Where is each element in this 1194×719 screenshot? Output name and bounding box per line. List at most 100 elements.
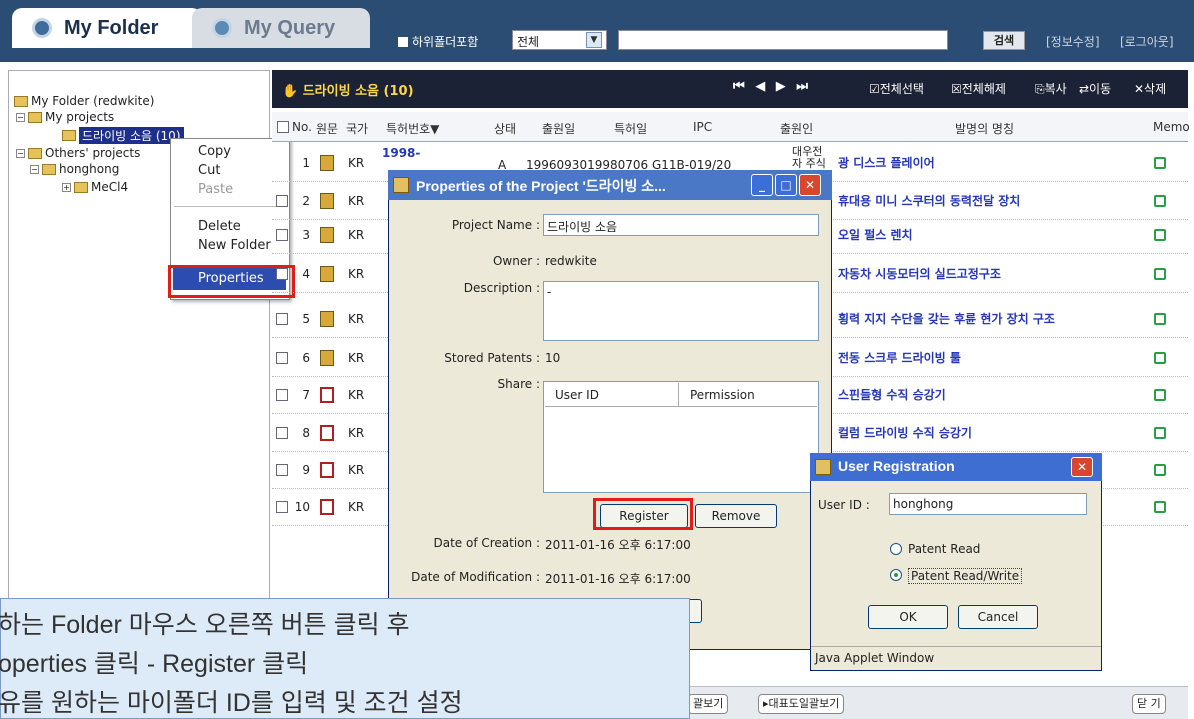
tree-mecl4[interactable]: + MeCl4: [62, 180, 128, 194]
register-highlight-box: [593, 498, 693, 530]
expand-icon[interactable]: +: [62, 182, 71, 192]
row-checkbox[interactable]: [276, 313, 288, 325]
row-checkbox[interactable]: [276, 229, 288, 241]
search-button[interactable]: 검색: [983, 31, 1025, 50]
row-invention-title[interactable]: 스핀들형 수직 승강기: [838, 386, 1128, 403]
patent-read-radio[interactable]: [890, 543, 902, 555]
tab-my-query[interactable]: My Query: [192, 8, 370, 48]
minimize-button[interactable]: _: [751, 174, 773, 196]
close-bottom-button[interactable]: 닫 기: [1132, 694, 1166, 714]
row-cells: 9 KR: [276, 451, 364, 489]
delete-button[interactable]: ✕삭제: [1134, 80, 1166, 97]
ok-button[interactable]: OK: [868, 605, 948, 629]
memo-icon[interactable]: [1154, 501, 1166, 513]
pdf-icon[interactable]: [320, 499, 334, 515]
memo-icon[interactable]: [1154, 464, 1166, 476]
cancel-button[interactable]: Cancel: [958, 605, 1038, 629]
creation-date-label: Date of Creation :: [433, 536, 540, 550]
patent-read-write-label: Patent Read/Write: [908, 568, 1023, 584]
tab-my-query-label: My Query: [244, 16, 336, 39]
document-icon[interactable]: [320, 311, 334, 327]
collapse-icon[interactable]: −: [16, 148, 25, 158]
memo-icon[interactable]: [1154, 229, 1166, 241]
maximize-button[interactable]: □: [775, 174, 797, 196]
memo-icon[interactable]: [1154, 389, 1166, 401]
row-invention-title[interactable]: 자동차 시동모터의 실드고정구조: [838, 265, 1128, 282]
row-checkbox[interactable]: [276, 389, 288, 401]
project-name-field[interactable]: 드라이빙 소음: [543, 214, 819, 236]
include-subfolder-checkbox[interactable]: 하위폴더포함: [398, 33, 478, 50]
row-patent-no[interactable]: 1998-: [382, 146, 420, 160]
patent-read-write-radio[interactable]: [890, 569, 902, 581]
header-checkbox[interactable]: [277, 121, 289, 133]
menu-item-copy[interactable]: Copy: [198, 144, 231, 159]
pager-controls[interactable]: ⏮ ◀ ▶ ⏭: [733, 79, 811, 94]
edit-info-link[interactable]: [정보수정]: [1046, 33, 1100, 50]
close-button[interactable]: ✕: [1071, 457, 1093, 477]
move-button[interactable]: ⇄이동: [1079, 80, 1111, 97]
copy-button[interactable]: ⎘복사: [1035, 80, 1067, 97]
document-icon[interactable]: [320, 227, 334, 243]
chevron-down-icon[interactable]: ▼: [586, 32, 602, 48]
row-invention-title[interactable]: 전동 스크루 드라이빙 툴: [838, 349, 1128, 366]
menu-item-delete[interactable]: Delete: [198, 219, 241, 234]
row-checkbox[interactable]: [276, 268, 288, 280]
col-no: No.: [292, 120, 312, 134]
remove-button[interactable]: Remove: [695, 504, 777, 528]
logout-link[interactable]: [로그아웃]: [1120, 33, 1174, 50]
user-id-field[interactable]: honghong: [889, 493, 1087, 515]
row-checkbox[interactable]: [276, 195, 288, 207]
menu-item-cut[interactable]: Cut: [198, 163, 220, 178]
row-country: KR: [348, 156, 365, 170]
row-invention-title[interactable]: 휴대용 미니 스쿠터의 동력전달 장치: [838, 192, 1128, 209]
row-invention-title[interactable]: 광 디스크 플레이어: [838, 154, 1128, 171]
tree-others-projects[interactable]: − Others' projects: [16, 146, 140, 160]
tree-item-selected-project[interactable]: 드라이빙 소음 (10): [62, 127, 184, 144]
memo-icon[interactable]: [1154, 157, 1166, 169]
tree-my-projects[interactable]: − My projects: [16, 110, 114, 124]
share-col-user: User ID: [555, 388, 599, 402]
rep-drawing-view-button[interactable]: ▸대표도일괄보기: [758, 694, 845, 714]
pdf-icon[interactable]: [320, 387, 334, 403]
callout-line-3: 유를 원하는 마이폴더 ID를 입력 및 조건 설정: [0, 689, 463, 717]
pdf-icon[interactable]: [320, 425, 334, 441]
document-icon[interactable]: [320, 155, 334, 171]
modification-date-label: Date of Modification :: [411, 570, 540, 584]
row-invention-title[interactable]: 횡력 지지 수단을 갖는 후륜 현가 장치 구조: [838, 310, 1128, 327]
row-checkbox[interactable]: [276, 352, 288, 364]
col-patent-no[interactable]: 특허번호▼: [386, 120, 439, 137]
tree-honghong[interactable]: − honghong: [30, 162, 119, 176]
memo-icon[interactable]: [1154, 195, 1166, 207]
folder-icon: [42, 163, 56, 175]
menu-item-paste[interactable]: Paste: [198, 182, 233, 197]
document-icon[interactable]: [320, 350, 334, 366]
memo-icon[interactable]: [1154, 313, 1166, 325]
list-title: ✋ 드라이빙 소음 (10): [282, 80, 414, 99]
document-icon[interactable]: [320, 193, 334, 209]
row-no: 4: [302, 267, 310, 281]
row-country: KR: [348, 351, 365, 365]
row-invention-title[interactable]: 컬럼 드라이빙 수직 승강기: [838, 424, 1128, 441]
row-no: 3: [302, 228, 310, 242]
collapse-icon[interactable]: −: [16, 112, 25, 122]
collapse-icon[interactable]: −: [30, 164, 39, 174]
close-button[interactable]: ✕: [799, 174, 821, 196]
description-field[interactable]: -: [543, 281, 819, 341]
row-checkbox[interactable]: [276, 427, 288, 439]
memo-icon[interactable]: [1154, 352, 1166, 364]
bulk-view-button[interactable]: 괄보기: [688, 694, 729, 714]
pdf-icon[interactable]: [320, 462, 334, 478]
row-invention-title[interactable]: 오일 펄스 렌치: [838, 226, 1128, 243]
select-all-button[interactable]: ☑전체선택: [869, 80, 924, 97]
deselect-all-button[interactable]: ☒전체해제: [951, 80, 1006, 97]
tab-my-folder[interactable]: My Folder: [12, 8, 202, 48]
document-icon[interactable]: [320, 266, 334, 282]
tree-root[interactable]: My Folder (redwkite): [14, 94, 154, 108]
search-input[interactable]: [618, 30, 948, 50]
memo-icon[interactable]: [1154, 427, 1166, 439]
row-checkbox[interactable]: [276, 464, 288, 476]
memo-icon[interactable]: [1154, 268, 1166, 280]
row-checkbox[interactable]: [276, 501, 288, 513]
menu-item-new-folder[interactable]: New Folder: [198, 238, 271, 253]
col-invention-title: 발명의 명칭: [955, 122, 1015, 136]
